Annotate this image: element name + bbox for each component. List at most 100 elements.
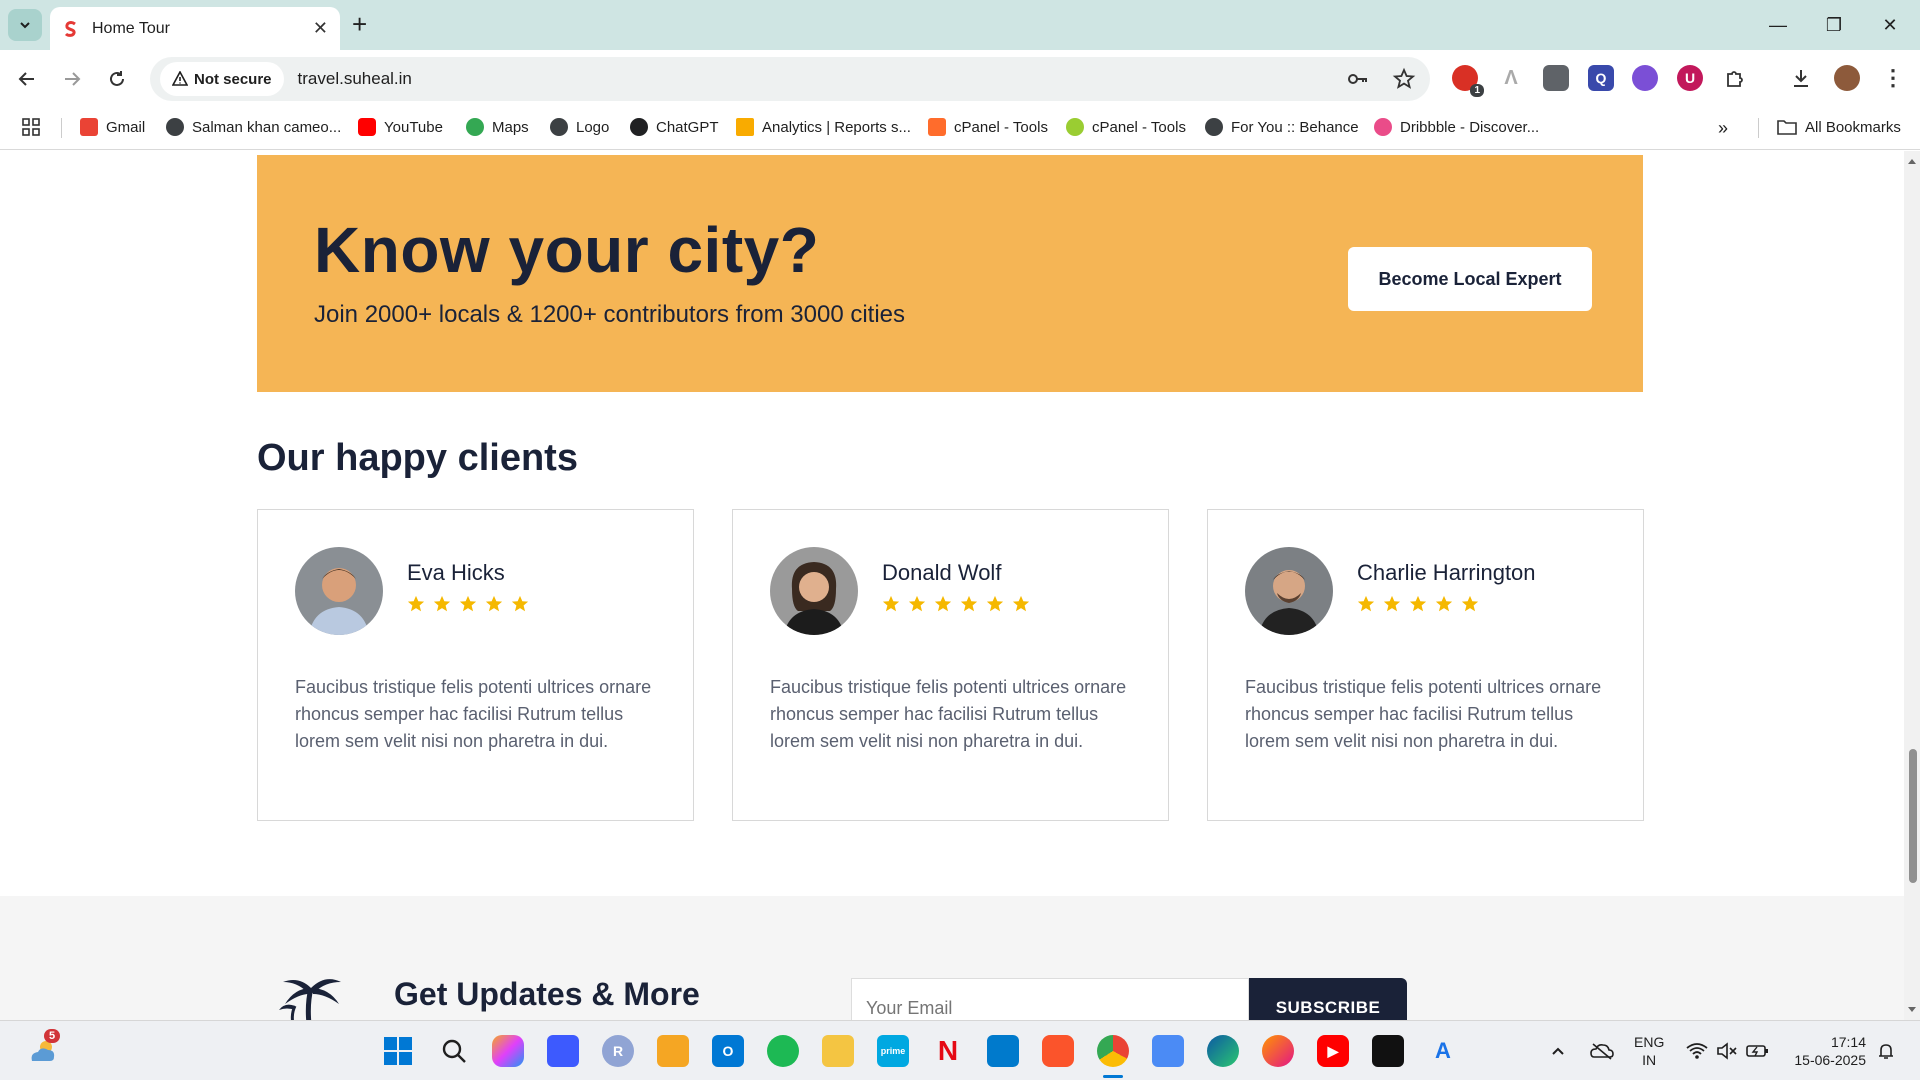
notepad-icon[interactable] — [1152, 1035, 1184, 1067]
newsletter-title: Get Updates & More — [394, 976, 700, 1012]
menu-dots-icon[interactable]: ⋮ — [1880, 65, 1906, 91]
wifi-icon[interactable] — [1686, 1021, 1708, 1080]
key-icon[interactable] — [1346, 67, 1370, 91]
bookmark-youtube[interactable]: YouTube — [358, 118, 443, 136]
extension-adblock-icon[interactable]: 1 — [1452, 65, 1484, 97]
chrome-icon[interactable] — [1097, 1035, 1129, 1067]
clock-time: 17:14 — [1830, 1034, 1866, 1050]
client-name: Eva Hicks — [407, 560, 505, 585]
language-indicator[interactable]: ENG IN — [1634, 1021, 1664, 1080]
clock[interactable]: 17:14 15-06-2025 — [1786, 1021, 1866, 1080]
page-scrollbar[interactable] — [1904, 151, 1920, 1020]
extension-ai-icon[interactable] — [1632, 65, 1658, 91]
download-icon[interactable] — [1788, 65, 1814, 91]
youtube-app-icon[interactable]: ▶ — [1317, 1035, 1349, 1067]
back-button[interactable] — [10, 62, 44, 96]
star-icon — [934, 595, 952, 612]
extension-window-icon[interactable] — [1543, 65, 1569, 91]
chevron-up-icon — [1552, 1047, 1564, 1055]
extension-a-icon[interactable]: Ʌ — [1498, 65, 1524, 91]
avatar — [295, 547, 383, 635]
extension-search-icon[interactable]: Q — [1588, 65, 1614, 91]
forward-button[interactable] — [55, 62, 89, 96]
battery-charging-icon[interactable] — [1746, 1021, 1770, 1080]
cta-subtext: Join 2000+ locals & 1200+ contributors f… — [314, 301, 906, 328]
close-window-icon[interactable]: ✕ — [1862, 0, 1918, 50]
file-explorer-icon[interactable] — [822, 1035, 854, 1067]
bookmark-logo[interactable]: Logo — [550, 118, 609, 136]
become-local-expert-button[interactable]: Become Local Expert — [1348, 247, 1592, 311]
bookmark-star-icon[interactable] — [1392, 67, 1416, 91]
globe-icon — [166, 118, 184, 136]
bookmark-cpanel-1[interactable]: cPanel - Tools — [928, 118, 1048, 136]
notifications-icon[interactable] — [1876, 1021, 1896, 1080]
bookmarks-bar: Gmail Salman khan cameo... YouTube Maps … — [0, 106, 1920, 150]
close-tab-icon[interactable]: ✕ — [313, 18, 328, 39]
bookmark-analytics[interactable]: Analytics | Reports s... — [736, 118, 911, 136]
browser-tab[interactable]: Home Tour ✕ — [50, 7, 340, 50]
testimonial-card: Charlie Harrington Faucibus tristique fe… — [1207, 509, 1644, 821]
restore-icon[interactable]: ❐ — [1806, 0, 1862, 50]
scroll-up-icon[interactable] — [1904, 155, 1920, 167]
new-tab-button[interactable]: + — [352, 10, 367, 38]
extensions-puzzle-icon[interactable] — [1722, 65, 1748, 91]
show-hidden-icons[interactable] — [1550, 1021, 1566, 1080]
active-app-indicator — [1103, 1075, 1123, 1078]
reload-icon — [110, 71, 124, 86]
spotify-icon[interactable] — [767, 1035, 799, 1067]
search-icon[interactable] — [438, 1035, 470, 1067]
app-icon[interactable] — [657, 1035, 689, 1067]
warning-icon — [172, 71, 188, 86]
tab-search-button[interactable] — [8, 9, 42, 41]
bookmark-behance[interactable]: For You :: Behance — [1205, 118, 1359, 136]
outlook-icon[interactable]: O — [712, 1035, 744, 1067]
star-icon — [908, 595, 926, 612]
onedrive-icon[interactable] — [1590, 1021, 1614, 1080]
windows-start-icon[interactable] — [382, 1035, 414, 1067]
reload-button[interactable] — [100, 62, 134, 96]
volume-muted-icon[interactable] — [1716, 1021, 1738, 1080]
url-text[interactable]: travel.suheal.in — [298, 69, 412, 89]
scroll-thumb[interactable] — [1909, 749, 1917, 883]
all-bookmarks[interactable]: All Bookmarks — [1777, 118, 1901, 136]
vscode-icon[interactable] — [987, 1035, 1019, 1067]
star-rating — [1357, 595, 1479, 613]
bookmarks-overflow-icon[interactable]: » — [1718, 118, 1728, 139]
profile-avatar[interactable] — [1834, 65, 1860, 91]
app-a-icon[interactable]: A — [1427, 1035, 1459, 1067]
bookmark-maps[interactable]: Maps — [466, 118, 529, 136]
star-icon — [1012, 595, 1030, 612]
app-icon[interactable] — [547, 1035, 579, 1067]
newsletter-section: Get Updates & More SUBSCRIBE — [0, 896, 1904, 1020]
minimize-icon[interactable]: — — [1750, 0, 1806, 50]
copilot-icon[interactable] — [492, 1035, 524, 1067]
prime-video-icon[interactable]: prime — [877, 1035, 909, 1067]
apps-grid-icon[interactable] — [22, 118, 40, 136]
star-icon — [1461, 595, 1479, 612]
bookmark-divider — [61, 118, 62, 138]
app-r-icon[interactable]: R — [602, 1035, 634, 1067]
weather-icon[interactable]: 5 — [26, 1029, 61, 1067]
youtube-icon — [358, 118, 376, 136]
edge-icon[interactable] — [1207, 1035, 1239, 1067]
bookmark-salman[interactable]: Salman khan cameo... — [166, 118, 341, 136]
tab-strip: Home Tour ✕ + — ❐ ✕ — [0, 0, 1920, 50]
security-chip[interactable]: Not secure — [160, 62, 284, 96]
netflix-icon[interactable]: N — [932, 1035, 964, 1067]
extension-u-icon[interactable]: U — [1677, 65, 1703, 91]
not-secure-label: Not secure — [194, 70, 272, 88]
bookmark-gmail[interactable]: Gmail — [80, 118, 145, 136]
subscribe-button[interactable]: SUBSCRIBE — [1249, 978, 1407, 1020]
scroll-down-icon[interactable] — [1904, 1004, 1920, 1016]
bookmark-chatgpt[interactable]: ChatGPT — [630, 118, 719, 136]
email-input[interactable] — [851, 978, 1249, 1020]
star-icon — [960, 595, 978, 612]
capcut-icon[interactable] — [1372, 1035, 1404, 1067]
bookmark-cpanel-2[interactable]: cPanel - Tools — [1066, 118, 1186, 136]
folder-icon — [1777, 120, 1797, 135]
firefox-icon[interactable] — [1262, 1035, 1294, 1067]
brave-icon[interactable] — [1042, 1035, 1074, 1067]
bookmark-dribbble[interactable]: Dribbble - Discover... — [1374, 118, 1539, 136]
testimonial-text: Faucibus tristique felis potenti ultrice… — [1245, 677, 1602, 751]
address-bar[interactable]: Not secure travel.suheal.in — [150, 57, 1430, 101]
